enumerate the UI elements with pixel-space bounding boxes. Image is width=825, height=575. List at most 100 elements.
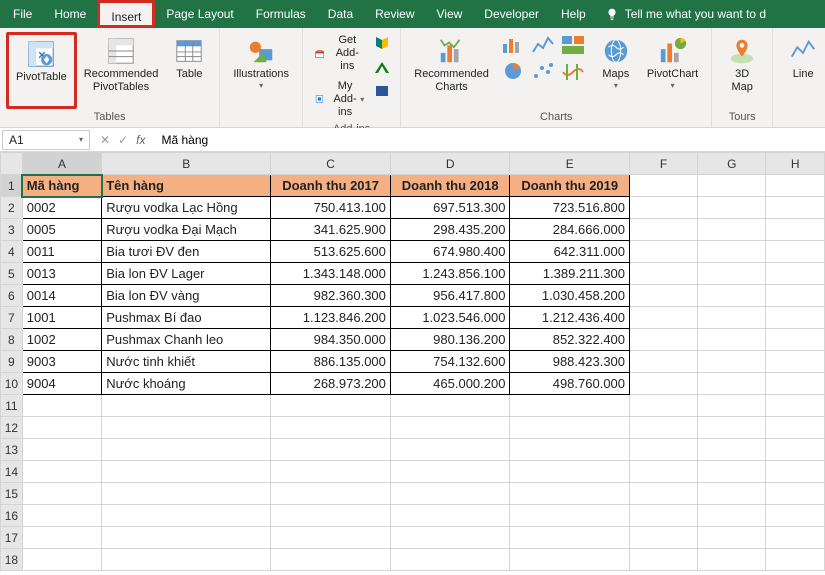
cell[interactable]: Doanh thu 2019 [510, 175, 630, 197]
cell[interactable]: Pushmax Chanh leo [102, 329, 271, 351]
row-header[interactable]: 7 [1, 307, 23, 329]
scatter-chart-icon[interactable] [530, 60, 556, 82]
cell[interactable]: 1.212.436.400 [510, 307, 630, 329]
cell[interactable] [630, 241, 698, 263]
cell[interactable]: 1002 [22, 329, 101, 351]
cell[interactable] [22, 483, 101, 505]
cell[interactable] [390, 439, 510, 461]
cell[interactable]: 341.625.900 [271, 219, 391, 241]
cell[interactable] [630, 527, 698, 549]
menu-insert[interactable]: Insert [97, 0, 155, 28]
menu-home[interactable]: Home [43, 0, 97, 28]
cell[interactable]: 0005 [22, 219, 101, 241]
cell[interactable]: 1.343.148.000 [271, 263, 391, 285]
cell[interactable] [698, 461, 766, 483]
row-header[interactable]: 14 [1, 461, 23, 483]
line-chart-icon[interactable] [530, 34, 556, 56]
row-header[interactable]: 17 [1, 527, 23, 549]
table-button[interactable]: Table [165, 32, 213, 109]
cell[interactable]: 723.516.800 [510, 197, 630, 219]
cell[interactable] [630, 197, 698, 219]
cell[interactable] [630, 461, 698, 483]
cell[interactable]: 0011 [22, 241, 101, 263]
maps-button[interactable]: Maps ▾ [592, 32, 640, 109]
cell[interactable] [766, 175, 825, 197]
cell[interactable] [271, 461, 391, 483]
cell[interactable] [102, 483, 271, 505]
cell[interactable] [766, 285, 825, 307]
row-header[interactable]: 9 [1, 351, 23, 373]
cell[interactable] [766, 351, 825, 373]
cell[interactable] [698, 329, 766, 351]
cell[interactable]: 498.760.000 [510, 373, 630, 395]
row-header[interactable]: 11 [1, 395, 23, 417]
cell[interactable] [766, 439, 825, 461]
row-header[interactable]: 8 [1, 329, 23, 351]
cell[interactable]: Bia lon ĐV vàng [102, 285, 271, 307]
cell[interactable]: 1.123.846.200 [271, 307, 391, 329]
cell[interactable]: 513.625.600 [271, 241, 391, 263]
cell[interactable]: 988.423.300 [510, 351, 630, 373]
cell[interactable] [271, 483, 391, 505]
cell[interactable] [22, 461, 101, 483]
cell[interactable] [271, 439, 391, 461]
pivotchart-button[interactable]: PivotChart ▾ [640, 32, 705, 109]
enter-icon[interactable]: ✓ [118, 133, 128, 147]
cell[interactable] [102, 505, 271, 527]
menu-help[interactable]: Help [550, 0, 597, 28]
menu-developer[interactable]: Developer [473, 0, 550, 28]
cell[interactable]: Rượu vodka Lạc Hồng [102, 197, 271, 219]
cell[interactable]: 697.513.300 [390, 197, 510, 219]
bing-maps-icon[interactable] [372, 34, 392, 52]
row-header[interactable]: 16 [1, 505, 23, 527]
cell[interactable] [22, 527, 101, 549]
menu-page-layout[interactable]: Page Layout [155, 0, 244, 28]
sparkline-line-button[interactable]: Line [779, 32, 825, 109]
column-header-F[interactable]: F [630, 153, 698, 175]
row-header[interactable]: 15 [1, 483, 23, 505]
cell[interactable] [766, 461, 825, 483]
cell[interactable] [698, 197, 766, 219]
cell[interactable]: 674.980.400 [390, 241, 510, 263]
cell[interactable]: 1.023.546.000 [390, 307, 510, 329]
cell[interactable] [510, 439, 630, 461]
cell[interactable] [698, 351, 766, 373]
row-header[interactable]: 12 [1, 417, 23, 439]
cell[interactable] [630, 263, 698, 285]
cell[interactable] [630, 373, 698, 395]
cancel-icon[interactable]: ✕ [100, 133, 110, 147]
cell[interactable]: 1001 [22, 307, 101, 329]
fx-icon[interactable]: fx [136, 133, 145, 147]
cell[interactable] [698, 439, 766, 461]
cell[interactable] [271, 549, 391, 571]
cell[interactable] [630, 439, 698, 461]
row-header[interactable]: 10 [1, 373, 23, 395]
cell[interactable] [630, 417, 698, 439]
cell[interactable] [766, 329, 825, 351]
cell[interactable] [698, 483, 766, 505]
get-addins-button[interactable]: Get Add-ins [309, 32, 370, 76]
cell[interactable] [510, 505, 630, 527]
cell[interactable]: Rượu vodka Đại Mạch [102, 219, 271, 241]
pie-chart-icon[interactable] [500, 60, 526, 82]
illustrations-button[interactable]: Illustrations ▾ [226, 32, 296, 109]
cell[interactable] [22, 417, 101, 439]
cell[interactable]: 956.417.800 [390, 285, 510, 307]
cell[interactable]: Tên hàng [102, 175, 271, 197]
column-header-B[interactable]: B [102, 153, 271, 175]
cell[interactable]: 9004 [22, 373, 101, 395]
cell[interactable] [698, 241, 766, 263]
cell[interactable] [390, 461, 510, 483]
row-header[interactable]: 5 [1, 263, 23, 285]
cell[interactable] [766, 483, 825, 505]
pivottable-button[interactable]: PivotTable [6, 32, 77, 109]
cell[interactable]: 0002 [22, 197, 101, 219]
cell[interactable] [630, 483, 698, 505]
menu-review[interactable]: Review [364, 0, 425, 28]
cell[interactable] [766, 263, 825, 285]
row-header[interactable]: 1 [1, 175, 23, 197]
cell[interactable]: Nước khoáng [102, 373, 271, 395]
cell[interactable]: 298.435.200 [390, 219, 510, 241]
row-header[interactable]: 3 [1, 219, 23, 241]
cell[interactable] [630, 285, 698, 307]
